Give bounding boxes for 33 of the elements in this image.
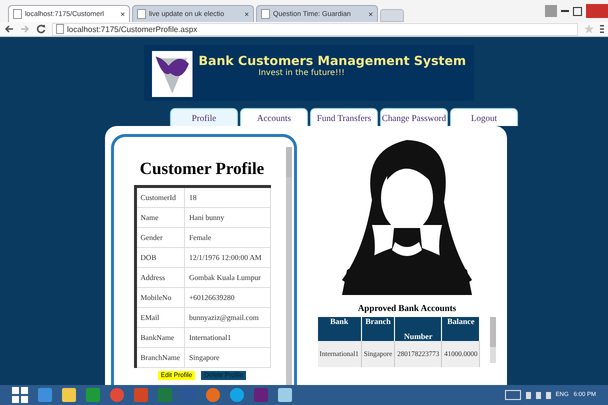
nav-tab[interactable]: Logout [450, 108, 518, 126]
column-header: Number [394, 317, 442, 341]
nav-tab[interactable]: Profile [170, 108, 238, 126]
page-icon [261, 9, 270, 19]
page-icon [13, 9, 22, 19]
nav-tab[interactable]: Change Password [380, 108, 448, 126]
star-icon[interactable] [584, 24, 594, 34]
reload-icon[interactable] [36, 24, 46, 34]
back-icon[interactable] [4, 24, 14, 34]
close-tab-button[interactable]: × [120, 10, 125, 18]
close-tab-button[interactable]: × [368, 10, 373, 18]
windows-start-icon[interactable] [12, 387, 28, 403]
keyboard-icon[interactable] [504, 390, 521, 400]
minimize-icon[interactable] [561, 10, 569, 12]
scrollbar[interactable] [490, 317, 496, 363]
column-header: Balance [442, 317, 480, 341]
forward-icon[interactable] [20, 24, 30, 34]
close-tab-button[interactable]: × [244, 10, 249, 18]
nav-tab[interactable]: Accounts [240, 108, 308, 126]
column-header: Bank [318, 317, 362, 341]
new-tab-button[interactable] [380, 9, 404, 22]
accounts-heading: Approved Bank Accounts [358, 303, 456, 313]
restore-icon[interactable] [573, 6, 582, 16]
address-field[interactable]: localhost:7175/CustomerProfile.aspx [52, 22, 578, 36]
page-icon [137, 9, 146, 19]
site-title: Bank Customers Management System [198, 53, 466, 68]
nav-tab[interactable]: Fund Transfers [310, 108, 378, 126]
menu-icon[interactable] [600, 24, 604, 34]
bank-logo-icon [152, 49, 192, 99]
column-header: Branch [361, 317, 395, 341]
site-tagline: Invest in the future!!! [258, 68, 346, 77]
scrollbar[interactable] [286, 147, 292, 385]
profile-heading: Customer Profile [140, 159, 264, 179]
